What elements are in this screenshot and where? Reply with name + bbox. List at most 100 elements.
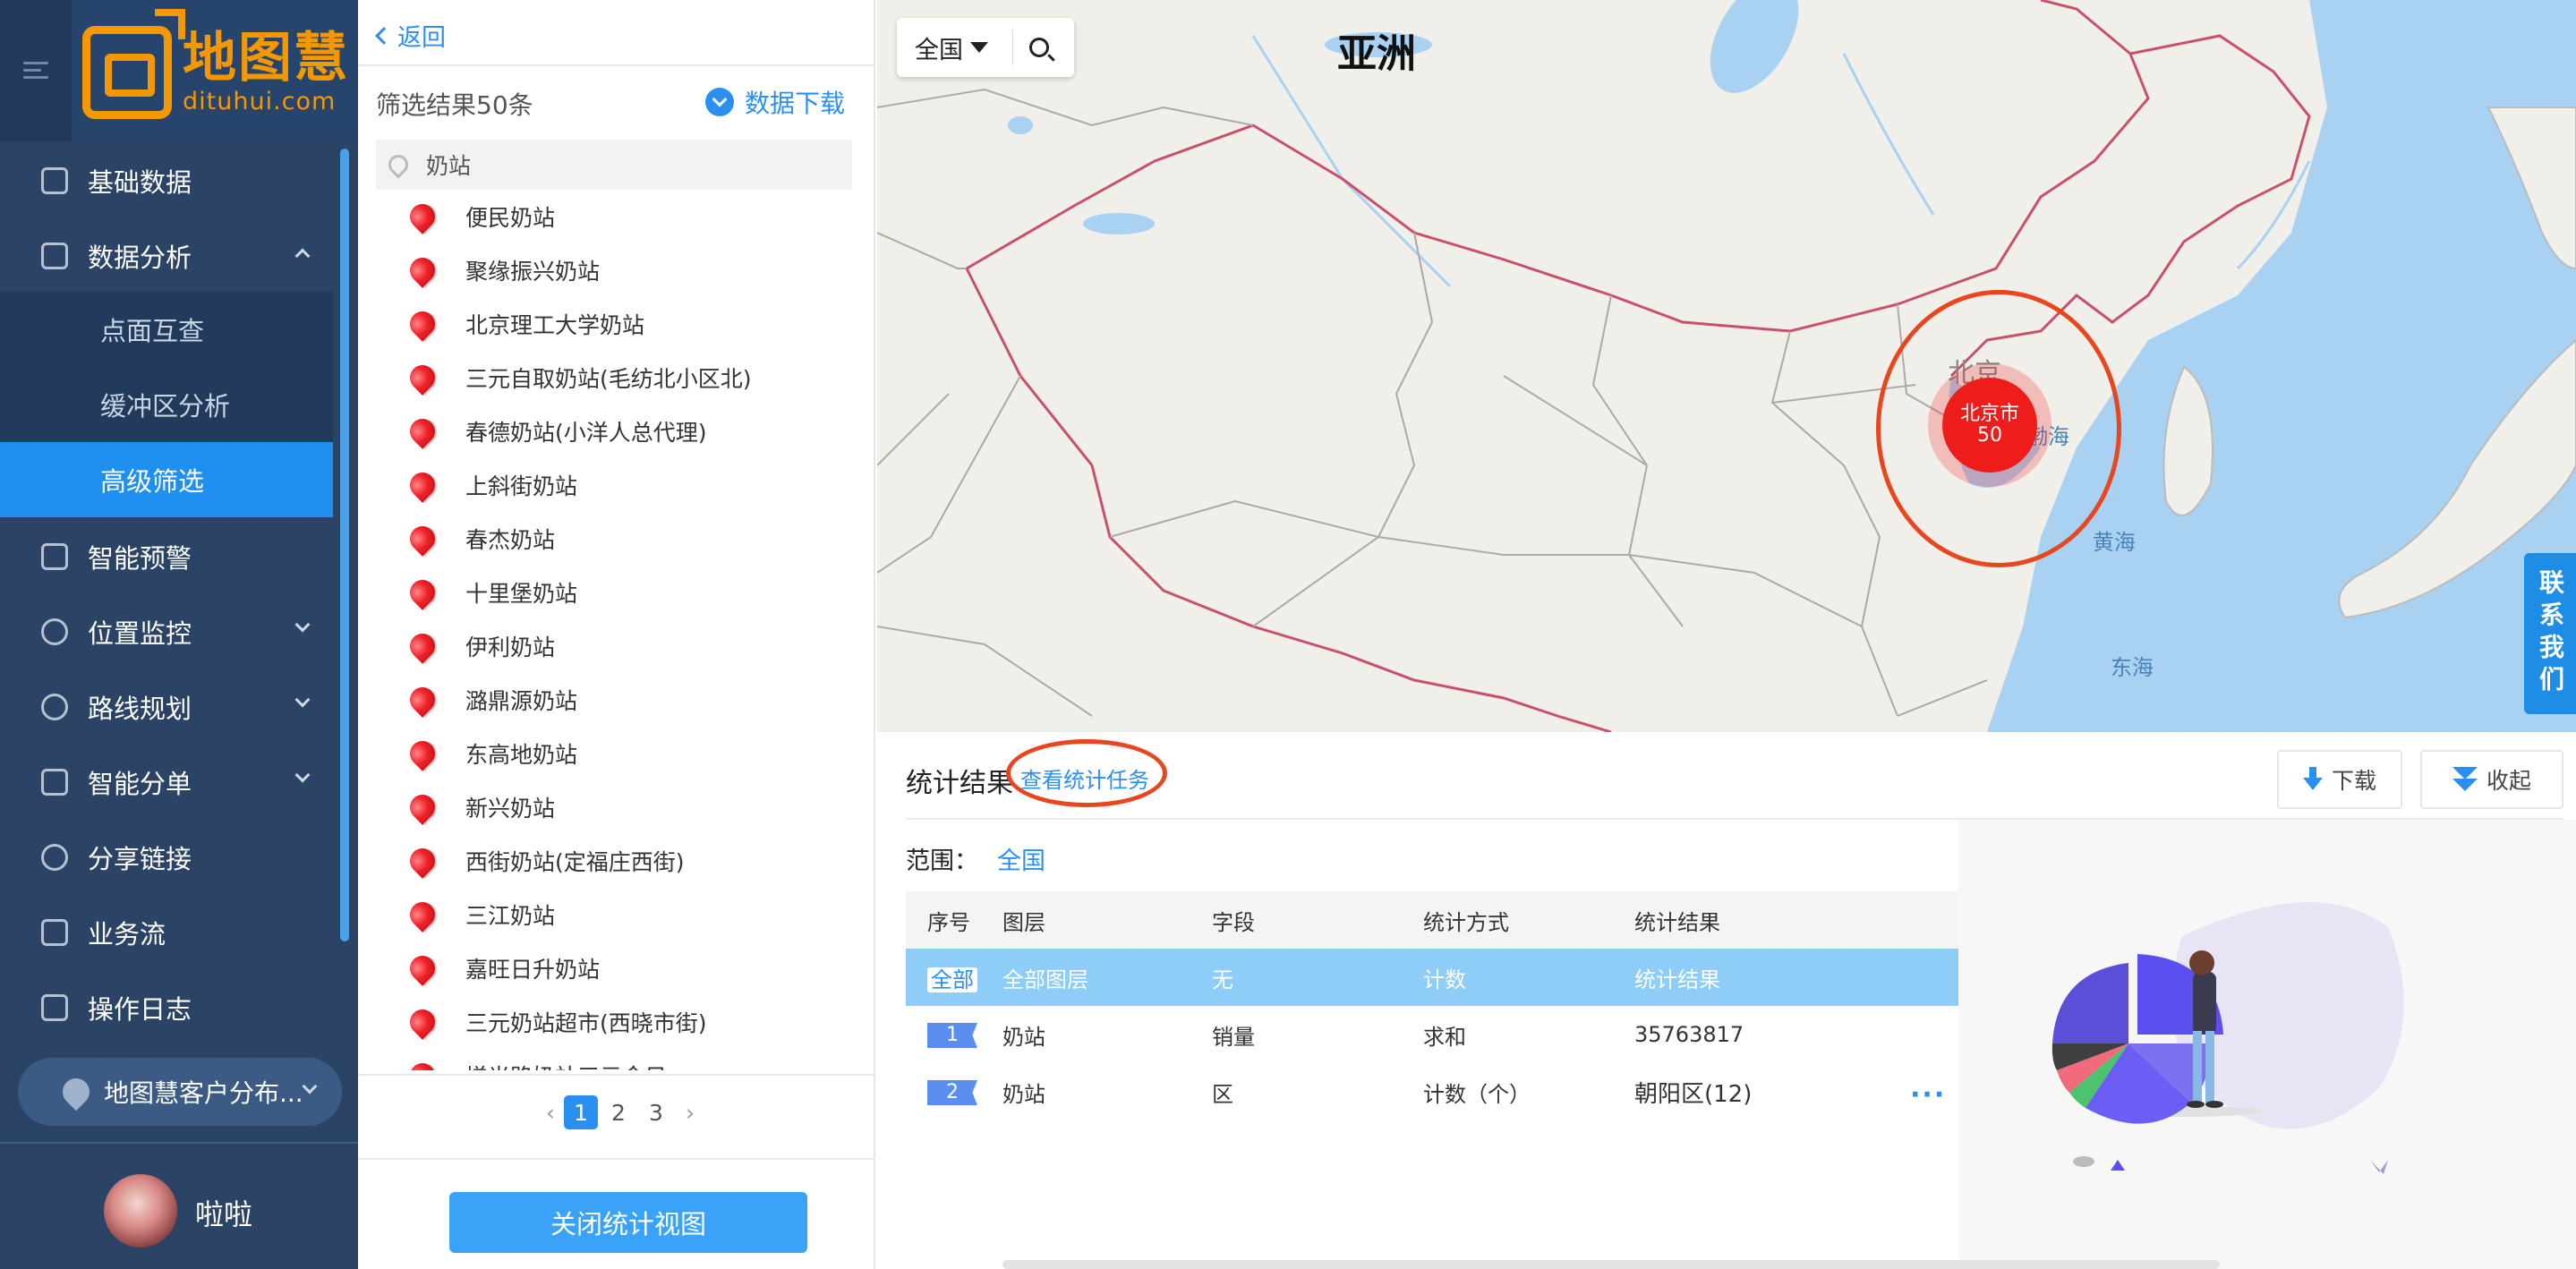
table-row[interactable]: 2 奶站 区 计数（个） 朝阳区(12)	[906, 1063, 1958, 1120]
table-cell: 奶站	[1002, 1081, 1045, 1107]
stats-table: 序号 图层 字段 统计方式 统计结果 全部 全部图层 无 计数 统计结果 1 奶…	[906, 891, 1958, 1120]
red-marker-icon	[405, 360, 440, 396]
result-count: 筛选结果50条	[376, 90, 533, 120]
list-item[interactable]: 三元奶站超市(西晓市街)	[394, 995, 841, 1049]
page-button[interactable]: 1	[564, 1095, 598, 1129]
list-item[interactable]: 新兴奶站	[394, 780, 841, 834]
table-cell: 全部图层	[1002, 967, 1088, 992]
list-item[interactable]: 三江奶站	[394, 888, 841, 941]
page-button[interactable]: 2	[601, 1095, 635, 1129]
table-cell: 销量	[1212, 1024, 1255, 1050]
table-header-cell: 图层	[1002, 909, 1045, 935]
alert-icon	[41, 543, 68, 570]
list-item[interactable]: 东高地奶站	[394, 727, 841, 780]
list-item[interactable]: 春德奶站(小洋人总代理)	[394, 405, 841, 458]
collapse-button[interactable]: 收起	[2420, 750, 2563, 809]
sidebar-item-basic-data[interactable]: 基础数据	[0, 143, 340, 218]
search-icon[interactable]	[1029, 38, 1049, 57]
sea-label: 东海	[2111, 655, 2154, 680]
sidebar-item-log[interactable]: 操作日志	[0, 970, 340, 1045]
table-cell: 1	[906, 1021, 1002, 1048]
red-marker-icon	[405, 306, 440, 342]
sidebar-item-route[interactable]: 路线规划	[0, 669, 340, 745]
logo-name: 地图慧	[183, 27, 349, 89]
sidebar-scrollbar[interactable]	[340, 149, 349, 941]
list-item[interactable]: 便民奶站	[394, 190, 841, 243]
list-item[interactable]: 增光路奶站三元金日	[394, 1049, 841, 1070]
table-row[interactable]: 1 奶站 销量 求和 35763817	[906, 1006, 1958, 1063]
highlight-ring	[1876, 290, 2121, 567]
region-select[interactable]: 全国	[897, 30, 1013, 65]
stats-download-button[interactable]: 下载	[2277, 750, 2402, 809]
logo: 地图慧 dituhui.com	[82, 9, 349, 125]
table-row[interactable]: 全部 全部图层 无 计数 统计结果	[906, 949, 1958, 1006]
sidebar-subitem-buffer[interactable]: 缓冲区分析	[0, 367, 333, 442]
red-marker-icon	[405, 467, 440, 503]
back-button[interactable]: 返回	[375, 18, 446, 53]
table-cell: 求和	[1423, 1024, 1466, 1050]
red-marker-icon	[405, 950, 440, 986]
close-stats-view-button[interactable]: 关闭统计视图	[449, 1192, 807, 1253]
sidebar-toggle-button[interactable]	[0, 0, 72, 141]
page-button[interactable]: 3	[639, 1095, 673, 1129]
user-name[interactable]: 啦啦	[195, 1192, 252, 1233]
download-icon	[2302, 767, 2323, 792]
list-item[interactable]: 上斜街奶站	[394, 458, 841, 512]
more-options-icon[interactable]: ···	[1910, 1079, 1946, 1111]
sidebar-item-workflow[interactable]: 业务流	[0, 895, 340, 970]
layer-selector[interactable]: 地图慧客户分布...	[18, 1058, 342, 1126]
divider	[358, 1158, 875, 1160]
region-search-control[interactable]: 全国	[897, 18, 1074, 77]
list-item[interactable]: 三元自取奶站(毛纺北小区北)	[394, 351, 841, 405]
red-marker-icon	[405, 897, 440, 933]
table-cell: 计数（个）	[1423, 1081, 1531, 1107]
table-header-cell: 统计结果	[1634, 909, 1720, 935]
chevron-down-icon	[294, 767, 311, 783]
horizontal-scrollbar[interactable]	[1002, 1260, 2220, 1269]
sidebar-subitem-point-area[interactable]: 点面互查	[0, 292, 333, 367]
list-item[interactable]: 伊利奶站	[394, 619, 841, 673]
list-item-label: 春杰奶站	[465, 527, 556, 553]
list-item[interactable]: 西街奶站(定福庄西街)	[394, 834, 841, 888]
stats-panel: 统计结果 查看统计任务 下载 收起 范围： 全国 序号 图层 字段 统计方式 统…	[877, 732, 2576, 1269]
range-value[interactable]: 全国	[997, 841, 1045, 876]
list-item-label: 便民奶站	[465, 205, 556, 231]
table-cell: 朝阳区(12)	[1634, 1080, 1753, 1108]
layer-group-header[interactable]: 奶站	[376, 140, 852, 190]
log-icon	[41, 994, 68, 1021]
sidebar-item-alert[interactable]: 智能预警	[0, 519, 340, 594]
sidebar-subitem-advanced-filter[interactable]: 高级筛选	[0, 442, 333, 517]
sidebar-item-label: 数据分析	[88, 243, 192, 273]
list-item[interactable]: 聚缘振兴奶站	[394, 243, 841, 297]
list-item[interactable]: 春杰奶站	[394, 512, 841, 566]
sidebar-item-data-analysis[interactable]: 数据分析	[0, 218, 340, 294]
data-download-label: 数据下载	[745, 89, 846, 118]
result-list-panel: 返回 筛选结果50条 数据下载 奶站 便民奶站 聚缘振兴奶站 北京理工大学奶站 …	[358, 0, 1224, 1269]
table-header-cell: 统计方式	[1423, 909, 1509, 935]
pie-chart-illustration	[2051, 902, 2404, 1174]
list-item[interactable]: 北京理工大学奶站	[394, 297, 841, 351]
double-down-icon	[2452, 767, 2478, 792]
sidebar-item-location[interactable]: 位置监控	[0, 594, 340, 669]
collapse-label: 收起	[2486, 768, 2531, 794]
list-item-label: 聚缘振兴奶站	[465, 259, 601, 285]
list-item[interactable]: 嘉旺日升奶站	[394, 941, 841, 995]
divider	[358, 1074, 875, 1076]
list-item[interactable]: 潞鼎源奶站	[394, 673, 841, 727]
stats-download-label: 下载	[2331, 768, 2376, 794]
sidebar-item-dispatch[interactable]: 智能分单	[0, 745, 340, 820]
contact-us-button[interactable]: 联系我们	[2524, 553, 2576, 714]
data-download-button[interactable]: 数据下载	[705, 84, 845, 120]
database-icon	[41, 167, 68, 194]
list-item[interactable]: 十里堡奶站	[394, 566, 841, 619]
map-view[interactable]	[877, 0, 2576, 732]
next-page-button[interactable]: ›	[677, 1095, 704, 1129]
red-marker-icon	[405, 521, 440, 557]
sidebar-item-share[interactable]: 分享链接	[0, 820, 340, 895]
caret-down-icon	[970, 42, 988, 53]
chevron-down-icon	[302, 1078, 318, 1094]
red-marker-icon	[405, 575, 440, 610]
avatar[interactable]	[104, 1174, 177, 1248]
prev-page-button[interactable]: ‹	[537, 1095, 564, 1129]
row-tag: 2	[927, 1080, 977, 1105]
